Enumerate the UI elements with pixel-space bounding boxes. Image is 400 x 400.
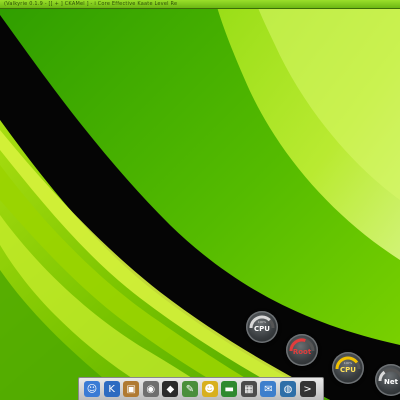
kde-icon[interactable]: K <box>103 381 120 397</box>
cpu2-gauge-widget[interactable]: 100% CPU <box>332 352 364 384</box>
tux-icon[interactable]: ◆ <box>162 381 179 397</box>
tools-icon[interactable]: ✎ <box>182 381 198 397</box>
net-gauge-label: Net <box>384 378 398 386</box>
root-gauge-label: Root <box>292 348 312 356</box>
net-gauge-widget[interactable]: Net <box>375 364 400 396</box>
root-disk-gauge-widget[interactable]: Root <box>286 334 318 366</box>
console-icon[interactable]: > <box>299 381 316 397</box>
cpu-gauge-widget[interactable]: 100% CPU <box>246 311 278 343</box>
cpu2-gauge-value: 100% <box>343 361 353 365</box>
cpu2-gauge-label: CPU <box>340 366 356 374</box>
smiley-icon[interactable]: ☻ <box>201 381 218 397</box>
package-icon[interactable]: ▣ <box>123 381 140 397</box>
dock-bar: ☺ K ▣ ◉ ◆ ✎ ☻ ▬ ▦ ✉ ◍ > <box>78 377 324 400</box>
mail-icon[interactable]: ✉ <box>260 381 277 397</box>
cpu-gauge-value: 100% <box>257 320 267 324</box>
globe-icon[interactable]: ◍ <box>280 381 296 397</box>
finder-icon[interactable]: ☺ <box>84 381 100 397</box>
window-titlebar[interactable]: (Valkyrie 0.1.9 - [[ + ] CKAMel ] - i Co… <box>0 0 400 9</box>
cpu-gauge-label: CPU <box>254 325 270 333</box>
camera-icon[interactable]: ◉ <box>142 381 159 397</box>
window-title: (Valkyrie 0.1.9 - [[ + ] CKAMel ] - i Co… <box>4 1 178 7</box>
windows-icon[interactable]: ▦ <box>240 381 257 397</box>
terminal-icon[interactable]: ▬ <box>221 381 238 397</box>
desktop-wallpaper <box>0 0 400 400</box>
